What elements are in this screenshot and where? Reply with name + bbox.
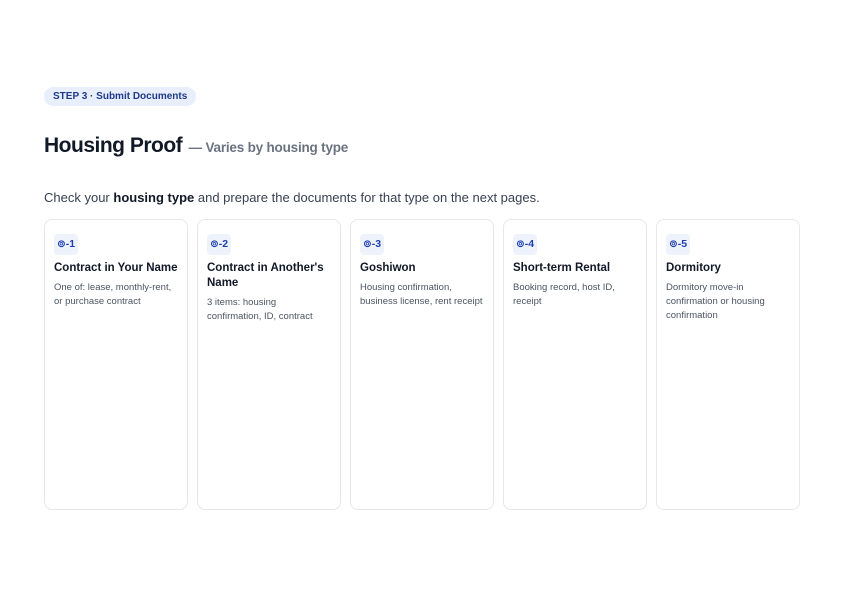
card-title: Contract in Your Name [54,262,178,274]
housing-card-goshiwon: ⊚-3 Goshiwon Housing confirmation, busin… [350,219,494,510]
document-page: STEP 3 · Submit Documents Housing Proof … [0,0,842,595]
card-description: Housing confirmation, business license, … [360,282,483,307]
card-description: Dormitory move-in confirmation or housin… [666,282,765,321]
intro-text: Check your housing type and prepare the … [44,190,540,205]
intro-prefix: Check your [44,190,114,205]
step-badge: STEP 3 · Submit Documents [44,87,197,106]
card-tag: ⊚-3 [360,234,385,255]
housing-card-dormitory: ⊚-5 Dormitory Dormitory move-in confirma… [656,219,800,510]
housing-card-short-term-rental: ⊚-4 Short-term Rental Booking record, ho… [503,219,647,510]
page-title: Housing Proof [44,134,183,157]
card-description: 3 items: housing confirmation, ID, contr… [207,297,313,322]
intro-suffix: and prepare the documents for that type … [194,190,540,205]
housing-type-cards: ⊚-1 Contract in Your Name One of: lease,… [44,219,800,510]
card-tag: ⊚-4 [513,234,538,255]
card-description: One of: lease, monthly-rent, or purchase… [54,282,172,307]
housing-card-other-contract: ⊚-2 Contract in Another's Name 3 items: … [197,219,341,510]
card-title: Contract in Another's Name [207,262,324,289]
housing-card-own-contract: ⊚-1 Contract in Your Name One of: lease,… [44,219,188,510]
card-title: Dormitory [666,262,721,274]
title-row: Housing Proof — Varies by housing type [44,134,348,158]
card-tag: ⊚-5 [666,234,691,255]
card-title: Short-term Rental [513,262,611,274]
card-tag: ⊚-1 [54,234,79,255]
card-title: Goshiwon [360,262,416,274]
card-tag: ⊚-2 [207,234,232,255]
intro-emphasis: housing type [113,190,195,205]
page-subtitle: — Varies by housing type [188,140,349,155]
card-description: Booking record, host ID, receipt [513,282,615,307]
